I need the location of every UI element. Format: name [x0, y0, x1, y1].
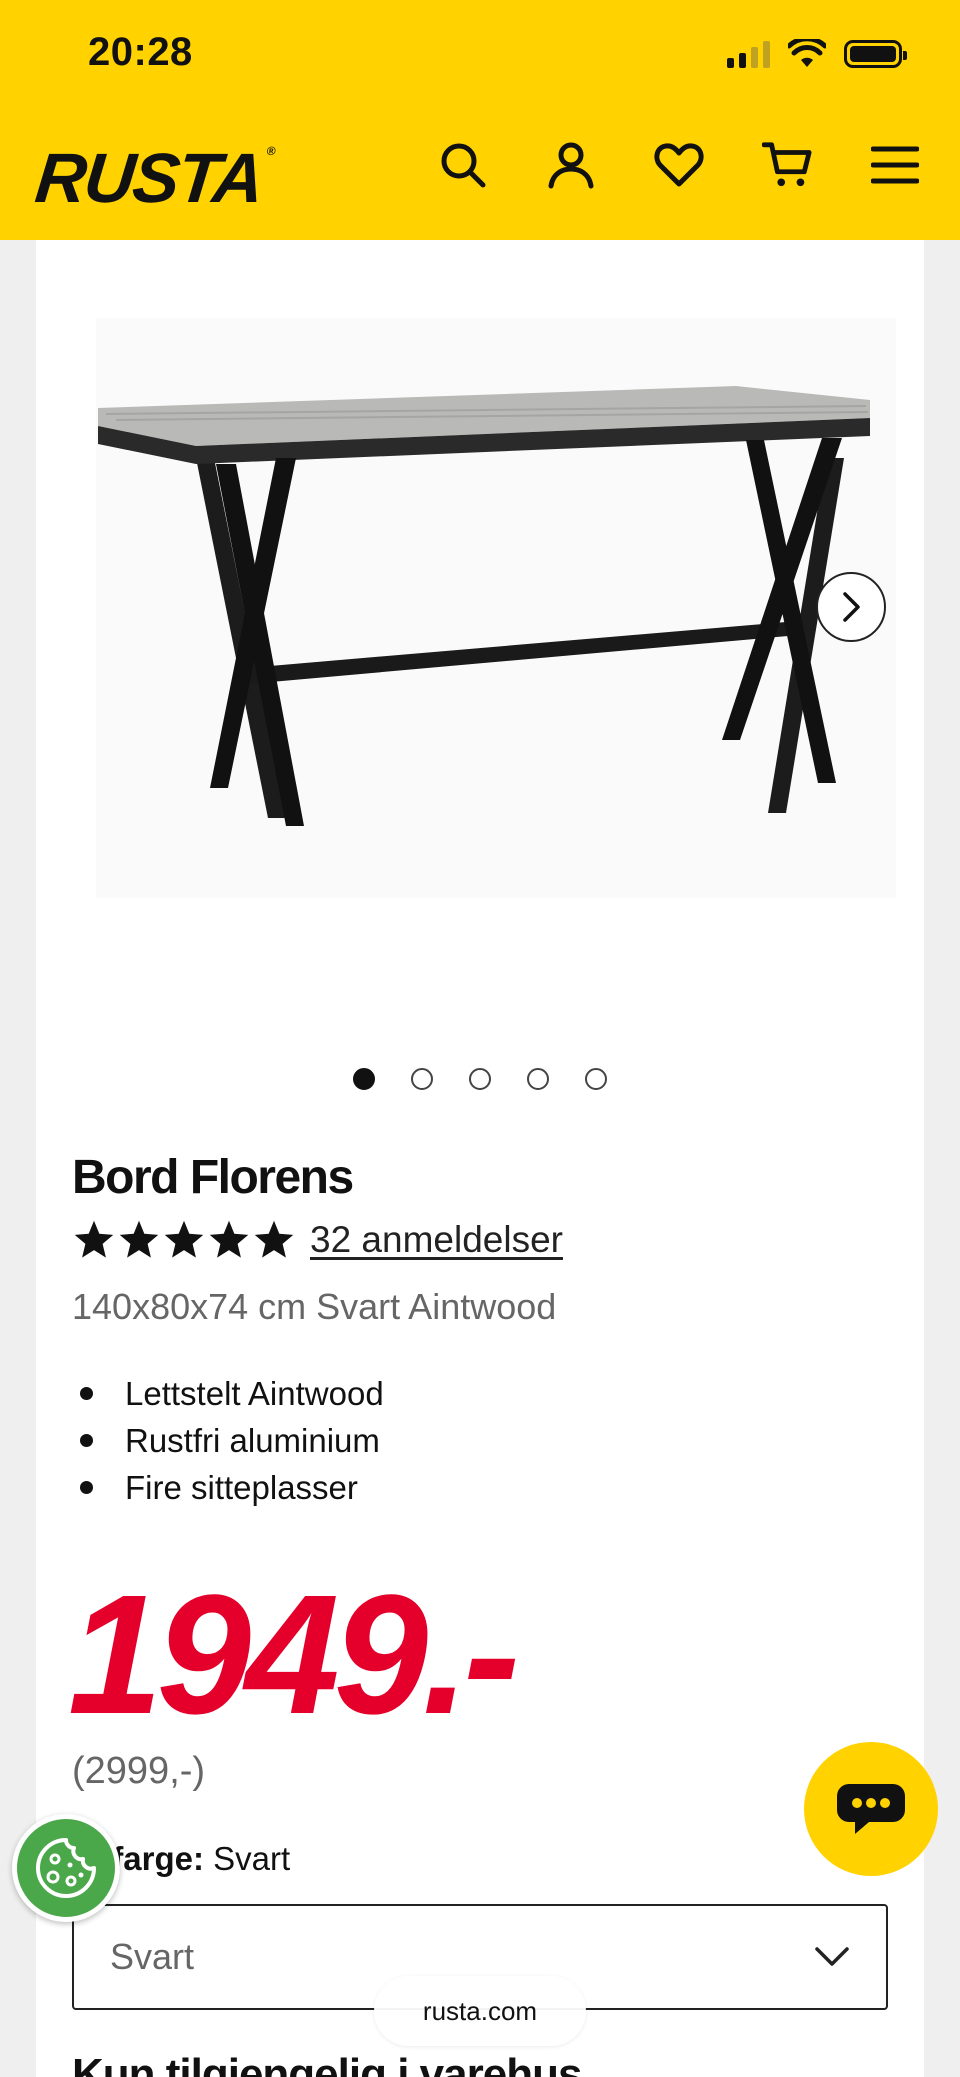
status-icons: [727, 36, 907, 72]
browser-url-bar[interactable]: rusta.com: [374, 1976, 586, 2046]
battery-icon: [844, 40, 907, 68]
star-rating: [72, 1218, 296, 1262]
feature-list: Lettstelt Aintwood Rustfri aluminium Fir…: [72, 1370, 384, 1511]
menu-icon[interactable]: [870, 140, 920, 190]
cookie-settings-button[interactable]: [12, 1814, 120, 1922]
color-label-value: Svart: [213, 1840, 291, 1877]
search-icon[interactable]: [438, 140, 488, 190]
app-header: 20:28 RUSTA®: [0, 0, 960, 240]
star-icon: [254, 1220, 294, 1258]
heart-icon[interactable]: [654, 140, 704, 190]
account-icon[interactable]: [546, 140, 596, 190]
status-time: 20:28: [88, 30, 193, 74]
rusta-logo[interactable]: RUSTA®: [32, 138, 274, 218]
chevron-right-icon: [843, 592, 860, 622]
product-price: 1949.-: [68, 1560, 520, 1750]
gallery-pagination: [0, 1068, 960, 1090]
header-actions: [438, 140, 920, 190]
gallery-dot-5[interactable]: [585, 1068, 607, 1090]
gallery-dot-2[interactable]: [411, 1068, 433, 1090]
cellular-signal-icon: [727, 40, 770, 68]
product-gallery[interactable]: [36, 240, 924, 1110]
gallery-next-button[interactable]: [816, 572, 886, 642]
old-price: (2999,-): [72, 1750, 206, 1792]
chat-bubble-icon: [837, 1784, 905, 1834]
star-icon: [164, 1220, 204, 1258]
feature-item: Fire sitteplasser: [72, 1464, 384, 1511]
section-heading: Kun tilgjengelig i varehus: [72, 2050, 582, 2077]
gallery-dot-4[interactable]: [527, 1068, 549, 1090]
cart-icon[interactable]: [762, 140, 812, 190]
chevron-down-icon: [815, 1947, 849, 1966]
star-icon: [74, 1220, 114, 1258]
feature-item: Lettstelt Aintwood: [72, 1370, 384, 1417]
product-table-image: [96, 318, 896, 898]
feature-item: Rustfri aluminium: [72, 1417, 384, 1464]
product-subtitle: 140x80x74 cm Svart Aintwood: [72, 1286, 557, 1327]
star-icon: [119, 1220, 159, 1258]
reviews-link[interactable]: 32 anmeldelser: [310, 1219, 563, 1261]
color-select-value: Svart: [110, 1936, 195, 1977]
gallery-dot-1[interactable]: [353, 1068, 375, 1090]
wifi-icon: [788, 39, 826, 67]
star-icon: [209, 1220, 249, 1258]
cookie-icon: [36, 1838, 96, 1898]
chat-button[interactable]: [804, 1742, 938, 1876]
product-title: Bord Florens: [72, 1151, 354, 1204]
product-rating: 32 anmeldelser: [72, 1218, 563, 1262]
gallery-dot-3[interactable]: [469, 1068, 491, 1090]
